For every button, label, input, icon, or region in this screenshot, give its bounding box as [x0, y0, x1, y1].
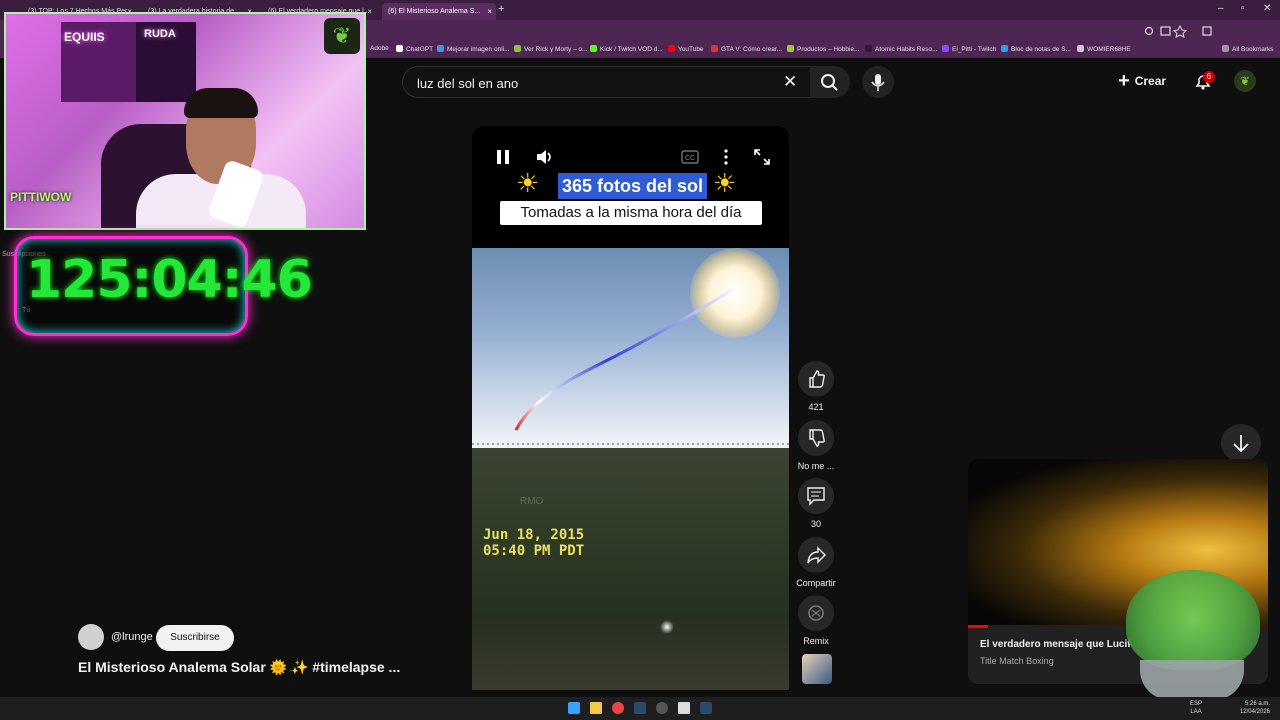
- search-button[interactable]: [810, 66, 850, 98]
- remix-label: Remix: [803, 636, 829, 646]
- streamer-hair: [184, 88, 258, 118]
- bookmark[interactable]: Bloc de notas de S...: [1001, 45, 1071, 53]
- channel-leaf-icon: ❦: [324, 18, 360, 54]
- bookmark[interactable]: Atomic Habits Reso...: [865, 45, 938, 53]
- neon-sign-right: RUDA: [144, 28, 176, 40]
- all-bookmarks[interactable]: All Bookmarks: [1222, 45, 1274, 53]
- audio-source-thumbnail[interactable]: [802, 654, 832, 684]
- new-tab-icon[interactable]: +: [498, 3, 504, 15]
- sun-emoji-icon: ☀: [516, 168, 540, 198]
- sun-emoji-icon: ☀: [713, 168, 737, 198]
- toolbar-icons[interactable]: [1140, 20, 1240, 42]
- neon-sign-left: EQUIIS: [64, 30, 105, 44]
- subathon-timer: 125:04:46: [26, 250, 313, 310]
- search-input[interactable]: [415, 67, 779, 99]
- miniplayer-title: El verdadero mensaje que Lucif: [980, 639, 1131, 650]
- share-icon: [807, 546, 826, 564]
- tab-label: (6) El Misterioso Analema S...: [388, 8, 481, 15]
- remix-icon: [808, 605, 824, 621]
- bookmark[interactable]: WOMIER68HE: [1077, 45, 1131, 53]
- fullscreen-icon[interactable]: [753, 148, 771, 166]
- browser-tab-active[interactable]: (6) El Misterioso Analema S... ×: [382, 3, 496, 20]
- channel-logo: PITTIWOW: [10, 190, 72, 204]
- remix-button[interactable]: [798, 595, 834, 631]
- bookmark[interactable]: Productos – Hobbie...: [787, 45, 860, 53]
- search-icon: [821, 74, 838, 91]
- channel-name[interactable]: @lrunge: [111, 631, 153, 643]
- clear-search-icon[interactable]: ✕: [783, 72, 797, 92]
- video-caption-title: 365 fotos del sol: [558, 173, 708, 199]
- video-timestamp: Jun 18, 2015 05:40 PM PDT: [483, 527, 585, 559]
- video-caption-subtitle: Tomadas a la misma hora del día: [500, 201, 762, 225]
- thumbs-down-icon: [809, 429, 825, 447]
- video-title[interactable]: El Misterioso Analema Solar 🌞 ✨ #timelap…: [78, 659, 400, 676]
- create-label: Crear: [1134, 74, 1167, 88]
- account-avatar[interactable]: ❦: [1234, 70, 1256, 92]
- notification-badge: 6: [1203, 71, 1215, 83]
- voice-search-button[interactable]: [862, 66, 894, 98]
- maximize-icon[interactable]: ▫: [1241, 3, 1245, 14]
- share-button[interactable]: [798, 537, 834, 573]
- share-label: Compartir: [796, 578, 836, 588]
- plant-overlay: [1126, 570, 1260, 670]
- bookmark[interactable]: ChatGPT: [396, 45, 433, 53]
- language-indicator[interactable]: ESP LAA: [1190, 700, 1202, 716]
- subscribe-button[interactable]: Suscribirse: [156, 625, 234, 651]
- video-watermark: RMO: [520, 496, 544, 507]
- comment-icon: [807, 487, 825, 506]
- window-close-icon[interactable]: ✕: [1263, 3, 1271, 14]
- minimize-icon[interactable]: –: [1218, 3, 1224, 14]
- plant-pot-overlay: [1140, 660, 1244, 700]
- bookmark[interactable]: El_Pitti - Twitch: [942, 45, 996, 53]
- chrome-icon[interactable]: [612, 702, 624, 714]
- arrow-down-icon: [1233, 435, 1249, 453]
- steam-icon[interactable]: [700, 702, 712, 714]
- file-explorer-icon[interactable]: [590, 702, 602, 714]
- close-icon[interactable]: ×: [367, 3, 372, 20]
- pause-icon[interactable]: [494, 148, 512, 166]
- dislike-button[interactable]: [798, 420, 834, 456]
- like-count: 421: [808, 402, 824, 412]
- more-options-icon[interactable]: [723, 148, 729, 166]
- create-button[interactable]: + Crear: [1118, 68, 1166, 94]
- svg-text:CC: CC: [685, 155, 695, 162]
- miniplayer-channel: Title Match Boxing: [980, 656, 1054, 666]
- plus-icon: +: [1118, 70, 1130, 92]
- obs-icon[interactable]: [656, 702, 668, 714]
- app-icon[interactable]: [678, 702, 690, 714]
- bookmark[interactable]: Adobe: [370, 45, 389, 52]
- microphone-icon: [871, 74, 885, 91]
- analemma-curve: [472, 284, 789, 445]
- close-icon[interactable]: ×: [487, 3, 492, 20]
- bookmark[interactable]: GTA V: Cómo crear...: [711, 45, 782, 53]
- webcam-overlay: EQUIIS RUDA ❦ PITTIWOW: [4, 12, 366, 230]
- bookmark[interactable]: Mejorar imagen onli...: [437, 45, 510, 53]
- comments-button[interactable]: [798, 478, 834, 514]
- video-ground: [472, 448, 789, 690]
- search-box: ✕: [402, 66, 811, 99]
- steam-icon[interactable]: [634, 702, 646, 714]
- thumbs-up-icon: [809, 370, 825, 388]
- channel-avatar[interactable]: [78, 624, 104, 650]
- next-video-button[interactable]: [1221, 424, 1261, 462]
- volume-icon[interactable]: [535, 148, 555, 166]
- system-clock[interactable]: 5:26 a.m. 12/04/2026: [1240, 700, 1270, 716]
- like-button[interactable]: [798, 361, 834, 397]
- leaf-icon: ❦: [1239, 74, 1251, 88]
- bookmark[interactable]: Kick / Twitch VOD d...: [590, 45, 663, 53]
- comment-count: 30: [810, 519, 821, 529]
- captions-icon[interactable]: CC: [681, 150, 699, 164]
- dislike-label: No me ...: [797, 461, 835, 471]
- lens-flare: [660, 620, 674, 634]
- bookmark[interactable]: YouTube: [668, 45, 704, 53]
- windows-start-icon[interactable]: [568, 702, 580, 714]
- bookmark[interactable]: Ver Rick y Morty – o...: [514, 45, 588, 53]
- miniplayer-progress[interactable]: [968, 625, 988, 628]
